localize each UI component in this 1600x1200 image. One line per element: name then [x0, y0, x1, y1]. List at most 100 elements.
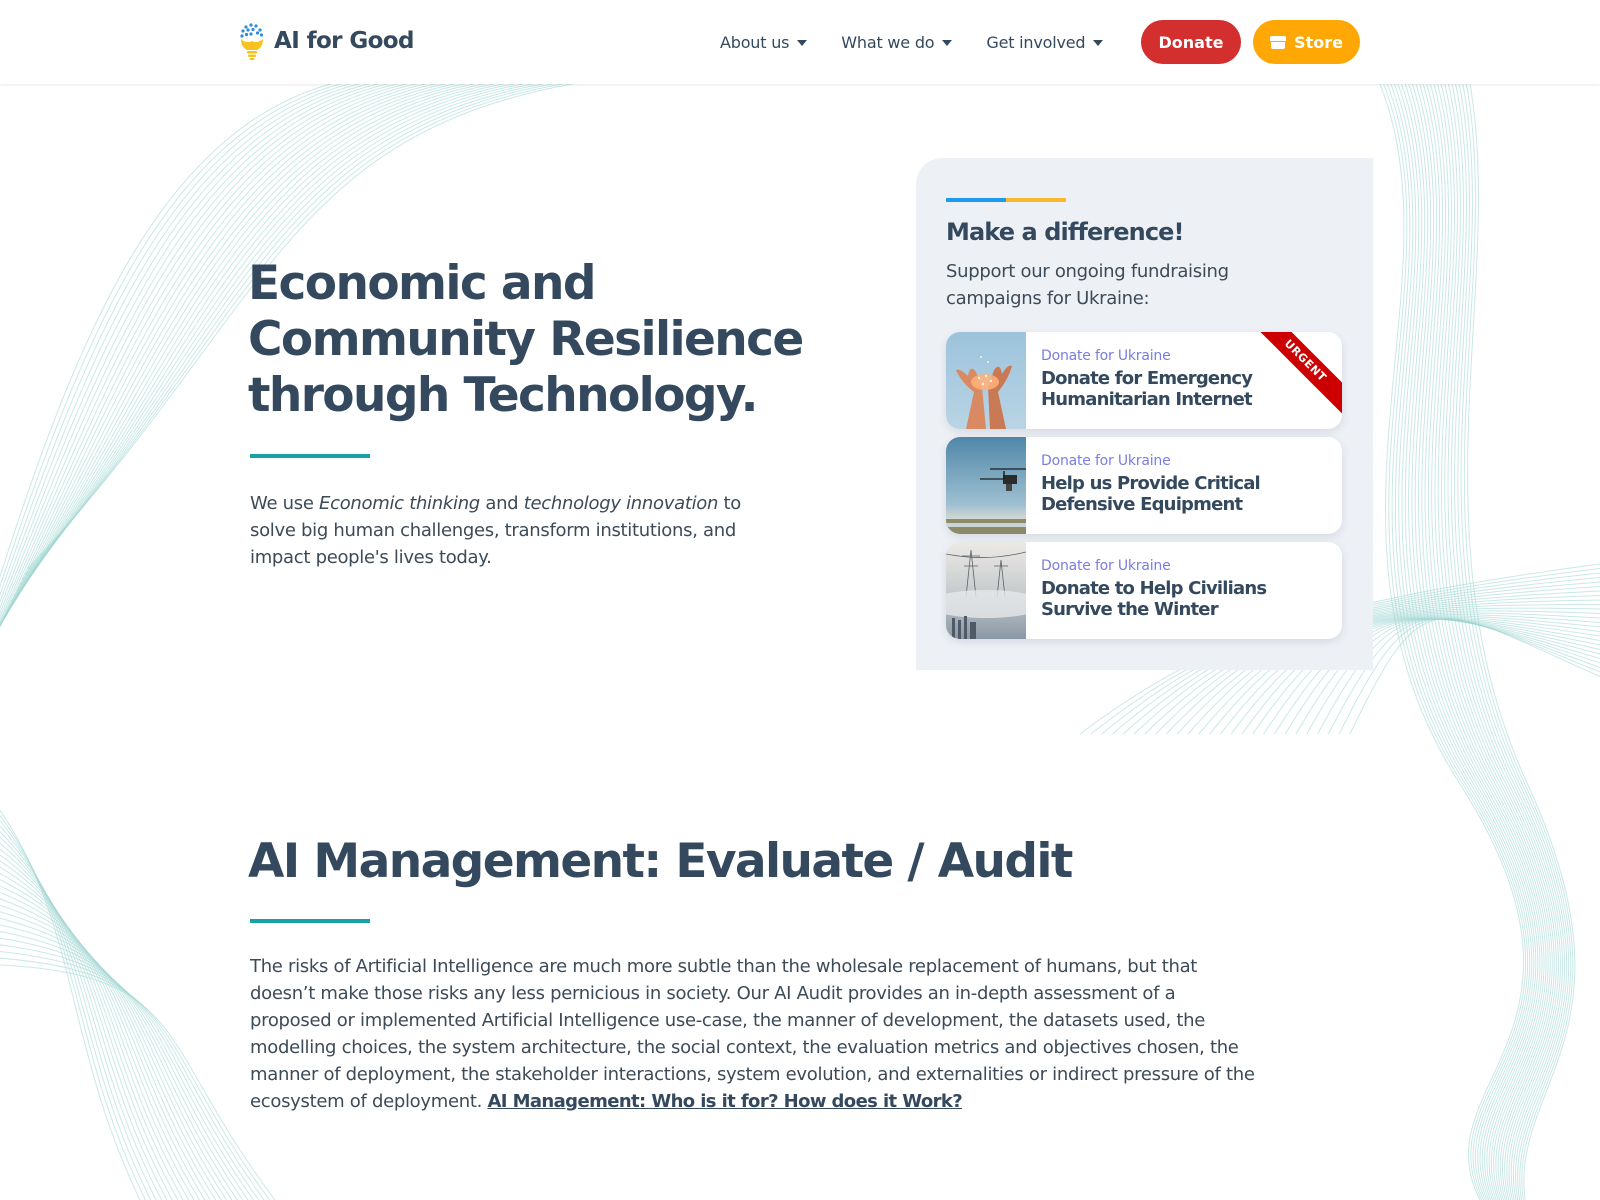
nav-label: Get involved	[986, 32, 1086, 52]
wave-line	[0, 944, 260, 1200]
wave-line	[1404, 84, 1539, 1200]
section-accent-divider	[250, 919, 370, 923]
store-label: Store	[1294, 32, 1343, 52]
nav-label: What we do	[841, 32, 935, 52]
wave-line	[1463, 84, 1574, 1200]
hero-description: We use Economic thinking and technology …	[250, 490, 790, 571]
wave-line	[1450, 84, 1566, 1200]
wave-line	[0, 885, 211, 1200]
campaign-title: Help us Provide Critical Defensive Equip…	[1041, 473, 1261, 515]
main-nav: About us What we do Get involved	[720, 0, 1137, 84]
wave-line	[0, 937, 254, 1200]
hero-title: Economic and Community Resilience throug…	[248, 256, 848, 424]
hero-title-line: Community Resilience	[248, 312, 804, 367]
wave-line	[0, 964, 276, 1200]
nav-get-involved[interactable]: Get involved	[986, 32, 1104, 52]
wave-line	[0, 872, 200, 1200]
panel-title: Make a difference!	[946, 218, 1184, 246]
wave-line	[1419, 84, 1547, 1200]
wave-line	[0, 924, 244, 1200]
hands-with-lights-image	[946, 332, 1026, 429]
wave-line	[0, 951, 265, 1200]
campaign-card-defensive-equipment[interactable]: Donate for Ukraine Help us Provide Criti…	[946, 437, 1342, 534]
wave-line	[1383, 84, 1527, 1200]
drone-over-water-image	[946, 437, 1026, 534]
text-run: We use	[250, 493, 320, 514]
flag-blue-stripe	[946, 198, 1006, 202]
wave-line	[1433, 84, 1555, 1200]
caret-down-icon	[942, 40, 953, 46]
hero-title-line: Economic and	[248, 256, 597, 311]
campaign-image-drone	[946, 437, 1026, 534]
site-header: AI for Good About us What we do Get invo…	[0, 0, 1600, 84]
logo-text: AI for Good	[274, 28, 414, 54]
wave-line	[1408, 84, 1541, 1200]
wave-line	[0, 854, 184, 1200]
lightbulb-logo-icon	[240, 23, 264, 60]
wave-line	[1379, 84, 1525, 1200]
emphasis-technology-innovation: technology innovation	[523, 493, 719, 514]
wave-line	[0, 820, 152, 1200]
wave-line	[1349, 618, 1600, 735]
donate-label: Donate	[1158, 32, 1224, 52]
wave-line	[1429, 84, 1553, 1200]
campaign-title: Donate to Help Civilians Survive the Win…	[1041, 578, 1267, 620]
store-icon	[1270, 35, 1287, 49]
ukraine-flag-divider	[946, 198, 1066, 202]
flag-yellow-stripe	[1006, 198, 1066, 202]
wave-line	[0, 836, 168, 1200]
wave-line	[0, 842, 173, 1200]
wave-line	[0, 911, 233, 1200]
nav-about-us[interactable]: About us	[720, 32, 808, 52]
donate-button[interactable]: Donate	[1141, 20, 1241, 64]
wave-line	[0, 898, 222, 1200]
fundraising-panel: Make a difference! Support our ongoing f…	[916, 158, 1373, 670]
wave-line	[0, 814, 146, 1200]
wave-line	[1401, 84, 1537, 1200]
wave-line	[1467, 84, 1576, 1200]
nav-label: About us	[720, 32, 790, 52]
wave-line	[1338, 618, 1600, 735]
wave-line	[0, 931, 249, 1200]
wave-line	[0, 904, 227, 1200]
campaign-title: Donate for Emergency Humanitarian Intern…	[1041, 368, 1253, 410]
caret-down-icon	[797, 40, 808, 46]
text-run: and	[479, 493, 524, 514]
wave-line	[1393, 84, 1533, 1200]
wave-line	[1415, 84, 1545, 1200]
section-body: The risks of Artificial Intelligence are…	[250, 953, 1260, 1115]
nav-what-we-do[interactable]: What we do	[841, 32, 953, 52]
campaign-image-power-lines	[946, 542, 1026, 639]
logo-link[interactable]: AI for Good	[238, 22, 414, 60]
ai-management-info-link[interactable]: AI Management: Who is it for? How does i…	[487, 1091, 962, 1112]
section-body-text: The risks of Artificial Intelligence are…	[250, 956, 1255, 1112]
wave-line	[1411, 84, 1543, 1200]
caret-down-icon	[1093, 40, 1104, 46]
panel-subtitle: Support our ongoing fundraising campaign…	[946, 261, 1229, 309]
campaign-card-emergency-internet[interactable]: Donate for Ukraine Donate for Emergency …	[946, 332, 1342, 429]
wave-line	[1447, 84, 1563, 1200]
hero-title-line: through Technology.	[248, 368, 759, 423]
wave-line	[1457, 84, 1570, 1200]
campaign-kicker: Donate for Ukraine	[1041, 453, 1171, 469]
wave-line	[1440, 84, 1559, 1200]
campaign-image-hands	[946, 332, 1026, 429]
store-button[interactable]: Store	[1253, 20, 1360, 64]
campaign-card-winter-survival[interactable]: Donate for Ukraine Donate to Help Civili…	[946, 542, 1342, 639]
wave-line	[1422, 84, 1549, 1200]
wave-line	[0, 957, 271, 1200]
wave-line	[1426, 84, 1551, 1200]
wave-line	[1460, 84, 1572, 1200]
campaign-kicker: Donate for Ukraine	[1041, 558, 1171, 574]
wave-line	[0, 879, 206, 1200]
wave-line	[0, 917, 238, 1200]
wave-line	[1454, 84, 1568, 1200]
power-lines-in-fog-image	[946, 542, 1026, 639]
wave-line	[0, 860, 190, 1200]
section-title-ai-management: AI Management: Evaluate / Audit	[248, 834, 1073, 889]
wave-line	[1390, 84, 1531, 1200]
emphasis-economic-thinking: Economic thinking	[319, 493, 480, 514]
wave-line	[1437, 84, 1557, 1200]
wave-line	[0, 848, 179, 1200]
wave-line	[1386, 84, 1528, 1200]
